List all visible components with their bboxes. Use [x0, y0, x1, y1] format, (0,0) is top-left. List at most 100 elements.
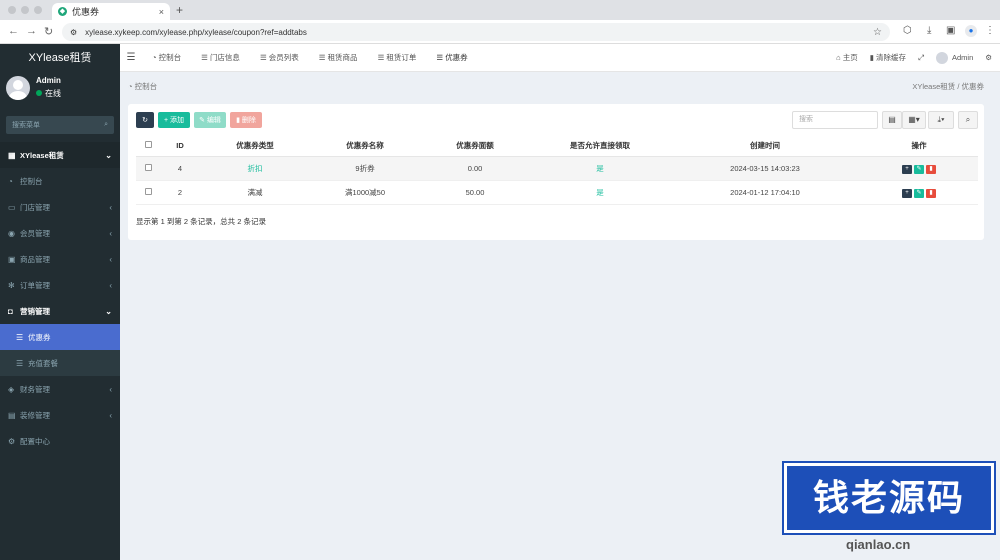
cell-type[interactable]: 满减	[200, 180, 310, 205]
table-toggle-icon[interactable]: ▤	[882, 111, 902, 129]
column-header[interactable]: 优惠券面额	[420, 136, 530, 157]
sidebar: XYlease租赁 Admin 在线 搜索菜单 ⌕ ▦ XYlease租赁 ⌄ ◔ 控…	[0, 44, 120, 560]
list-icon: ☰	[318, 52, 328, 62]
breadcrumb-left[interactable]: ◔ 控制台	[128, 81, 157, 92]
column-header[interactable]: 优惠券名称	[310, 136, 420, 157]
sidebar-toggle-icon[interactable]: ☰	[120, 52, 142, 63]
table-row[interactable]: 4 折扣 9折券 0.00 是 2024-03-15 14:03:23 + ✎ …	[136, 156, 978, 181]
edit-row-button[interactable]: ✎	[914, 188, 924, 198]
add-button[interactable]: + 添加	[158, 112, 190, 128]
admin-menu[interactable]: Admin	[936, 51, 973, 64]
sidebar-item-goods[interactable]: ▣ 商品管理 ‹	[0, 246, 120, 272]
coupon-table: ID 优惠券类型 优惠券名称 优惠券面额 是否允许直接领取 创建时间 操作 4 …	[136, 136, 978, 205]
sidebar-item-config[interactable]: ⚙ 配置中心	[0, 428, 120, 454]
new-tab-button[interactable]: +	[176, 3, 183, 17]
back-icon[interactable]: ←	[8, 25, 19, 37]
avatar	[936, 51, 948, 64]
list-icon: ☰	[436, 52, 446, 62]
browser-menu-icon[interactable]: ⋮	[985, 25, 995, 36]
tab-members[interactable]: ☰ 会员列表	[250, 44, 309, 72]
cell-created: 2024-01-12 17:04:10	[670, 180, 860, 205]
grid-icon: ▦	[8, 150, 16, 160]
edit-button[interactable]: ✎ 编辑	[194, 112, 226, 128]
sidebar-item-decoration[interactable]: ▤ 装修管理 ‹	[0, 402, 120, 428]
settings-icon[interactable]: ⚙	[985, 53, 992, 62]
column-header[interactable]: 优惠券类型	[200, 136, 310, 157]
sidebar-menu: ▦ XYlease租赁 ⌄ ◔ 控制台 ▭ 门店管理 ‹ ◉ 会员管理 ‹ ▣ 商品管理 ‹ ✻ 订…	[0, 142, 120, 454]
extensions-icon[interactable]: ⬡	[903, 25, 912, 36]
close-window-icon[interactable]	[8, 6, 16, 14]
column-header[interactable]: ID	[160, 136, 200, 157]
sidebar-item-finance[interactable]: ◈ 财务管理 ‹	[0, 376, 120, 402]
browser-tabstrip: ◆ 优惠券 × +	[0, 0, 1000, 20]
url-input[interactable]: ⚙ xylease.xykeep.com/xylease.php/xylease…	[62, 23, 890, 41]
cell-name: 9折券	[310, 156, 420, 181]
sidebar-search-input[interactable]: 搜索菜单 ⌕	[6, 116, 114, 134]
row-checkbox[interactable]	[136, 180, 160, 205]
refresh-button[interactable]: ↻	[136, 112, 154, 128]
minimize-window-icon[interactable]	[21, 6, 29, 14]
maximize-window-icon[interactable]	[34, 6, 42, 14]
reload-icon[interactable]: ↻	[44, 25, 53, 38]
user-name: Admin	[36, 76, 61, 85]
watermark-logo: 钱老源码	[784, 463, 994, 533]
column-header: 操作	[860, 136, 978, 157]
cell-ops: + ✎ ▮	[860, 156, 978, 181]
user-panel: Admin 在线	[0, 74, 120, 108]
profile-icon[interactable]: ●	[965, 25, 977, 37]
url-text: xylease.xykeep.com/xylease.php/xylease/c…	[85, 27, 307, 37]
forward-icon[interactable]: →	[26, 25, 37, 37]
delete-button[interactable]: ▮ 删除	[230, 112, 262, 128]
export-dropdown-icon[interactable]: ⤓▾	[928, 111, 954, 129]
download-icon[interactable]: ⤓	[927, 25, 931, 36]
detail-button[interactable]: +	[902, 188, 912, 198]
sidebar-item-store[interactable]: ▭ 门店管理 ‹	[0, 194, 120, 220]
sidebar-item-orders[interactable]: ✻ 订单管理 ‹	[0, 272, 120, 298]
cog-icon: ⚙	[8, 436, 16, 446]
close-tab-icon[interactable]: ×	[159, 7, 164, 17]
tab-orders[interactable]: ☰ 租赁订单	[368, 44, 427, 72]
browser-tab[interactable]: ◆ 优惠券 ×	[52, 3, 170, 20]
sidebar-item-recharge[interactable]: ☰ 充值套餐	[0, 350, 120, 376]
sidepanel-icon[interactable]: ▣	[946, 25, 955, 36]
bookmark-star-icon[interactable]: ☆	[873, 27, 882, 38]
row-checkbox[interactable]	[136, 156, 160, 181]
cell-amount: 50.00	[420, 180, 530, 205]
edit-row-button[interactable]: ✎	[914, 164, 924, 174]
trash-icon: ▮	[236, 117, 240, 124]
advanced-search-icon[interactable]: ⌕	[958, 111, 978, 129]
table-row[interactable]: 2 满减 满1000减50 50.00 是 2024-01-12 17:04:1…	[136, 180, 978, 205]
table-search-input[interactable]: 搜索	[792, 111, 878, 129]
tab-goods[interactable]: ☰ 租赁商品	[309, 44, 368, 72]
breadcrumb-right[interactable]: XYlease租赁 / 优惠券	[912, 81, 984, 92]
detail-button[interactable]: +	[902, 164, 912, 174]
select-all-checkbox[interactable]	[136, 136, 160, 157]
site-favicon-icon: ◆	[58, 7, 67, 16]
avatar	[6, 76, 30, 100]
layout-icon: ▤	[8, 410, 16, 420]
finance-icon: ◈	[8, 384, 15, 394]
column-header[interactable]: 创建时间	[670, 136, 860, 157]
tab-dashboard[interactable]: ◔ 控制台	[142, 44, 191, 72]
column-header[interactable]: 是否允许直接领取	[530, 136, 670, 157]
clear-cache-link[interactable]: ▮ 清除缓存	[870, 52, 906, 63]
cell-type[interactable]: 折扣	[200, 156, 310, 181]
sidebar-item-coupon[interactable]: ☰ 优惠券	[0, 324, 120, 350]
fullscreen-icon[interactable]: ⤢	[918, 53, 924, 63]
table-header-row: ID 优惠券类型 优惠券名称 优惠券面额 是否允许直接领取 创建时间 操作	[136, 136, 978, 157]
columns-dropdown-icon[interactable]: ▦▾	[902, 111, 926, 129]
sidebar-item-members[interactable]: ◉ 会员管理 ‹	[0, 220, 120, 246]
sidebar-item-marketing[interactable]: ◘ 营销管理 ⌄	[0, 298, 120, 324]
delete-row-button[interactable]: ▮	[926, 188, 936, 198]
sidebar-item-dashboard[interactable]: ◔ 控制台	[0, 168, 120, 194]
tab-store[interactable]: ☰ 门店信息	[191, 44, 250, 72]
cubes-icon: ▣	[8, 254, 16, 264]
delete-row-button[interactable]: ▮	[926, 164, 936, 174]
sidebar-item-xylease[interactable]: ▦ XYlease租赁 ⌄	[0, 142, 120, 168]
site-info-icon[interactable]: ⚙	[70, 28, 77, 37]
content-panel: ↻ + 添加 ✎ 编辑 ▮ 删除 搜索 ▤ ▦▾ ⤓▾ ⌕ ID 优惠券类型 优惠券名…	[128, 104, 984, 240]
cell-created: 2024-03-15 14:03:23	[670, 156, 860, 181]
cell-allow: 是	[530, 156, 670, 181]
home-link[interactable]: ⌂ 主页	[836, 52, 858, 63]
tab-coupon[interactable]: ☰ 优惠券	[426, 44, 477, 72]
